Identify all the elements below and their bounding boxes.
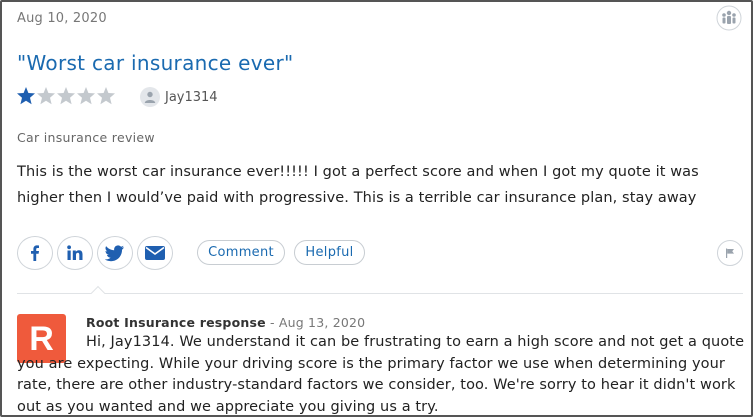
email-share-button[interactable] (137, 236, 173, 270)
report-button[interactable] (717, 240, 743, 266)
review-date: Aug 10, 2020 (17, 11, 107, 26)
reviewer-username: Jay1314 (165, 89, 218, 105)
share-buttons (17, 236, 177, 270)
review-card: Aug 10, 2020 "Worst car insurance ever" … (0, 0, 753, 417)
review-body: This is the worst car insurance ever!!!!… (17, 159, 745, 211)
response-separator: - (265, 315, 279, 330)
star-icon-empty (57, 87, 75, 105)
helpful-button[interactable]: Helpful (294, 240, 365, 265)
reviewer[interactable]: Jay1314 (140, 87, 218, 107)
comment-button[interactable]: Comment (197, 240, 285, 265)
linkedin-share-button[interactable] (57, 236, 93, 270)
review-category: Car insurance review (17, 130, 155, 145)
star-icon-empty (77, 87, 95, 105)
facebook-icon (31, 245, 39, 261)
star-icon-empty (37, 87, 55, 105)
response-header: Root Insurance response - Aug 13, 2020 (86, 315, 365, 330)
facebook-share-button[interactable] (17, 236, 53, 270)
review-title: "Worst car insurance ever" (17, 51, 294, 75)
flag-icon (726, 248, 734, 258)
response-date: Aug 13, 2020 (278, 315, 366, 330)
star-icon-empty (97, 87, 115, 105)
user-icon (140, 87, 160, 107)
linkedin-icon (67, 245, 83, 260)
star-icon-filled (17, 87, 35, 105)
twitter-share-button[interactable] (97, 236, 133, 270)
responder-name: Root Insurance response (86, 315, 266, 330)
twitter-icon (105, 245, 124, 262)
response-pointer (90, 285, 106, 301)
review-body-line: This is the worst car insurance ever!!!!… (17, 164, 699, 180)
agents-icon[interactable] (716, 5, 742, 31)
review-body-line: higher then I would’ve paid with progres… (17, 190, 697, 206)
divider (17, 293, 743, 294)
email-icon (145, 246, 165, 260)
response-text: Hi, Jay1314. We understand it can be fru… (17, 334, 745, 415)
star-rating (16, 86, 116, 108)
